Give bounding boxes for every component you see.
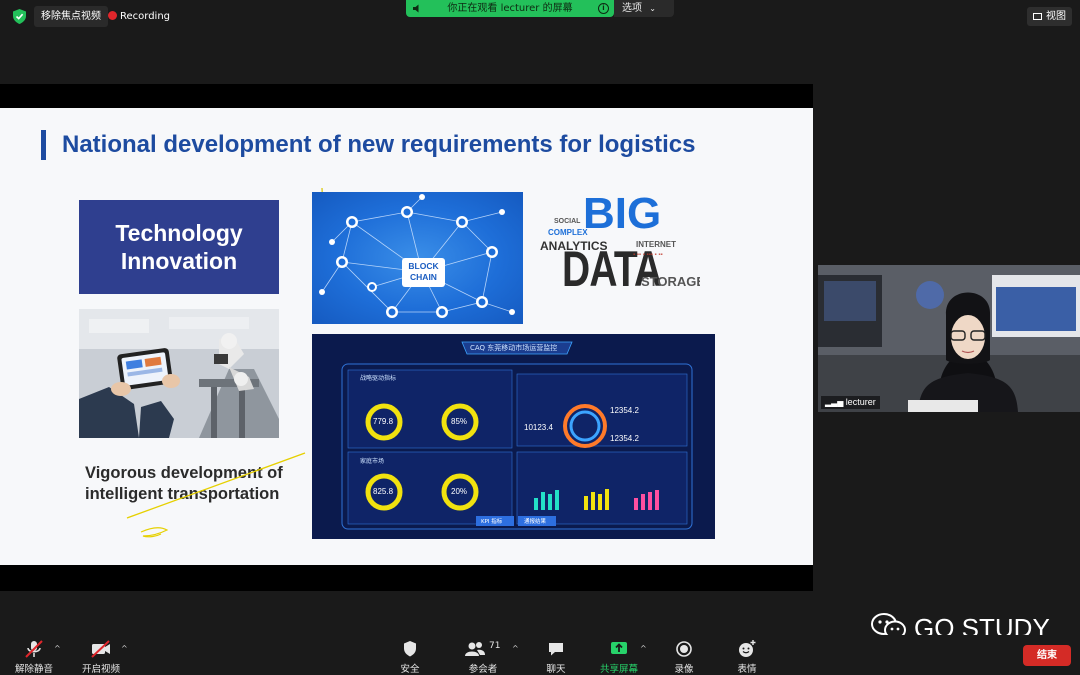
top-bar: 移除焦点视频 Recording 你正在观看 lecturer 的屏幕 i 选项… [0,0,1080,32]
slide-title: National development of new requirements… [41,130,695,160]
participants-label: 参会者 [468,664,498,675]
participant-name: lecturer [845,397,876,407]
chat-bubble-icon [549,643,563,656]
blockchain-label-line1: BLOCK [408,261,439,271]
participants-options-caret-icon[interactable]: ^ [512,644,520,653]
dashboard-frame [312,334,715,539]
view-options-dropdown[interactable]: 选项 ⌄ [614,0,674,17]
participants-count: 71 [489,641,501,651]
chat-button[interactable]: 聊天 [528,639,584,675]
dashboard-title: CAQ 东莞移动市场运营监控 [470,344,558,352]
big-data-word-cloud: BIG DATA ANALYTICS STORAGE COMPLEX INTER… [528,192,700,324]
robot-arm-photo [79,309,279,438]
share-screen-icon [611,642,627,654]
reactions-button[interactable]: 表情 [719,639,775,675]
share-screen-button[interactable]: 共享屏幕 [591,639,647,675]
chat-label: 聊天 [546,664,566,675]
audio-options-caret-icon[interactable]: ^ [54,644,62,653]
dashboard-number-1: 12354.2 [610,406,639,415]
presentation-slide: National development of new requirements… [0,108,813,565]
record-label: 录像 [674,664,694,675]
options-label: 选项 [622,3,642,14]
view-label: 视图 [1046,11,1066,22]
reactions-label: 表情 [737,664,757,675]
security-button[interactable]: 安全 [382,639,438,675]
record-icon [676,641,692,657]
zoom-meeting-window: 移除焦点视频 Recording 你正在观看 lecturer 的屏幕 i 选项… [0,0,1080,675]
dashboard-button-report: 通报结果 [524,519,547,525]
info-icon[interactable]: i [598,3,609,14]
view-button[interactable]: 视图 [1027,7,1072,26]
start-video-label: 开启视频 [81,664,120,675]
meeting-toolbar: 解除静音 ^ 开启视频 ^ 安全 71 参会者 ^ 聊天 共享屏幕 ^ 录像 表… [0,635,1080,675]
shared-screen-area: National development of new requirements… [0,84,813,591]
end-meeting-button[interactable]: 结束 [1023,645,1071,666]
webcam-feed [818,265,1080,412]
operations-dashboard-image: CAQ 东莞移动市场运营监控 战略驱动指标 家庭市场 779.8 85% 825… [312,334,715,539]
share-banner-text: 你正在观看 lecturer 的屏幕 [447,3,573,14]
word-storage: STORAGE [641,274,700,289]
dashboard-value-2: 825.8 [373,487,394,496]
dashboard-number-3: 12354.2 [610,434,639,443]
grid-view-icon [1033,13,1042,20]
security-shield-icon [404,641,416,657]
robot-arm-illustration [79,309,279,438]
unmute-label: 解除静音 [14,664,53,675]
annotation-scribble [126,452,306,538]
signal-icon: ▂▃▅ [825,398,846,407]
blockchain-label-box: BLOCK CHAIN [402,258,445,287]
participants-button[interactable]: 71 参会者 [455,639,511,675]
record-button[interactable]: 录像 [656,639,712,675]
dashboard-number-2: 10123.4 [524,423,553,432]
recording-dot-icon [108,11,117,20]
webcam-video-tile[interactable]: ▂▃▅ lecturer [818,265,1080,412]
remove-focus-video-button[interactable]: 移除焦点视频 [34,6,108,27]
video-options-caret-icon[interactable]: ^ [121,644,129,653]
word-social: SOCIAL [554,218,581,225]
video-camera-off-icon [91,640,110,658]
tech-box-line1: Technology [115,220,243,246]
participants-icon [465,642,485,656]
recording-indicator[interactable]: Recording [108,6,170,27]
tech-box-line2: Innovation [120,248,238,274]
dashboard-value-1: 779.8 [373,417,394,426]
word-complex: COMPLEX [548,228,588,237]
participant-name-label: ▂▃▅ lecturer [821,396,880,409]
word-internet: INTERNET [636,240,676,249]
blockchain-label-line2: CHAIN [410,272,437,282]
share-screen-label: 共享屏幕 [599,664,638,675]
technology-innovation-box: Technology Innovation [79,200,279,294]
dashboard-button-kpi: KPI 指标 [481,519,503,525]
blockchain-network-image: BLOCK CHAIN [312,192,523,324]
chevron-down-icon: ⌄ [649,4,656,13]
word-analytics: ANALYTICS [540,239,608,253]
dashboard-pct-2: 20% [451,487,468,496]
speaker-icon [413,4,419,13]
shield-icon[interactable] [13,9,26,24]
big-data-big-text: BIG [583,192,662,238]
dashboard-section-market: 家庭市场 [360,458,385,465]
recording-label: Recording [120,11,171,22]
share-options-caret-icon[interactable]: ^ [640,644,648,653]
security-label: 安全 [400,664,420,675]
microphone-muted-icon [25,640,43,658]
reaction-smiley-icon [739,640,756,657]
word-cloud-small-words: ▪ ▪▪ ▪ ▪▪▪ ▪ ▪▪ [633,252,663,258]
participants-icon-group: 71 [461,639,505,659]
dashboard-pct-1: 85% [451,417,468,426]
dashboard-section-main: 战略驱动指标 [360,375,397,382]
viewing-share-banner: 你正在观看 lecturer 的屏幕 i [406,0,614,17]
